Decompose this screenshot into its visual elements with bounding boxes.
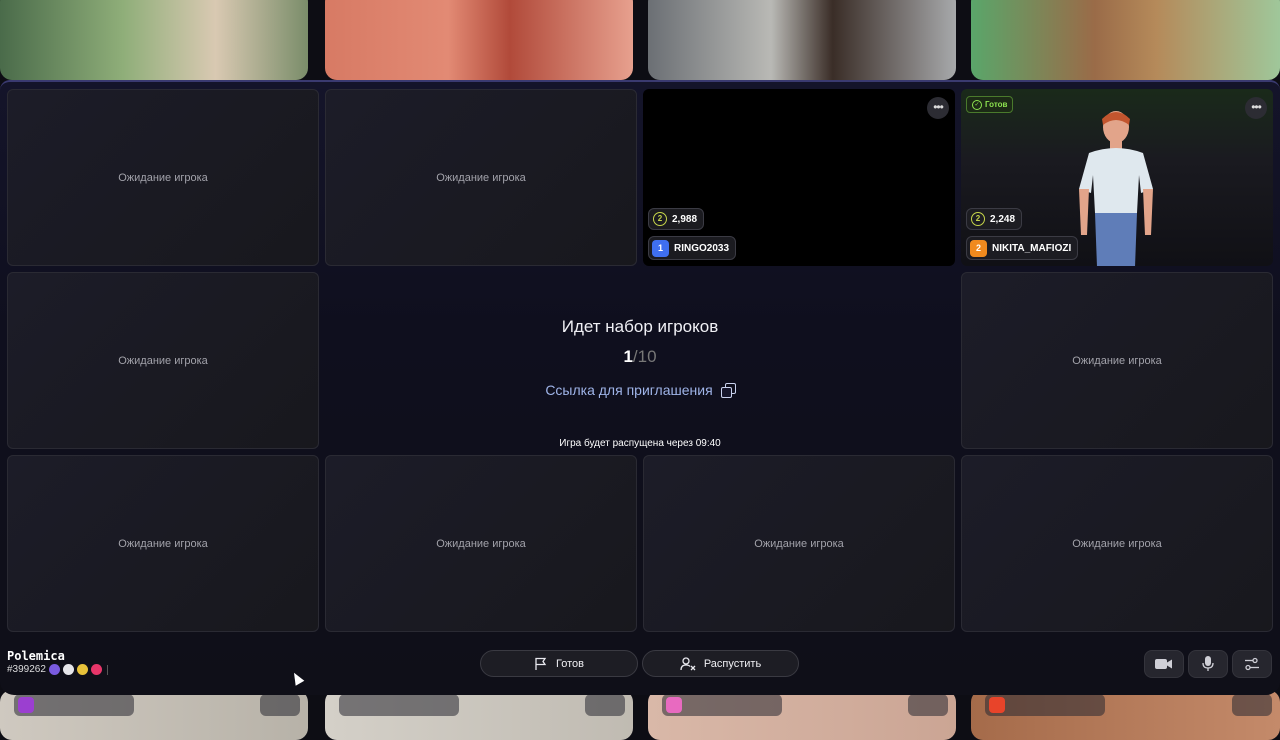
waiting-label: Ожидание игрока xyxy=(1072,354,1162,367)
player-number: 2 xyxy=(970,239,987,257)
dismiss-button-label: Распустить xyxy=(703,657,762,670)
more-icon[interactable]: ••• xyxy=(927,97,949,119)
waiting-label: Ожидание игрока xyxy=(118,354,208,367)
flag-icon xyxy=(535,657,547,670)
coin-icon: 2 xyxy=(653,212,667,226)
ready-badge-label: Готов xyxy=(985,100,1008,109)
status-icon xyxy=(62,664,74,675)
bg-video-tile xyxy=(971,0,1280,80)
more-icon[interactable]: ••• xyxy=(1245,97,1267,119)
empty-seat: Ожидание игрока xyxy=(643,455,955,632)
invite-link-label[interactable]: Ссылка для приглашения xyxy=(545,382,712,398)
player-tile-1[interactable]: ••• 2 2,988 1 RINGO2033 xyxy=(643,89,955,266)
game-lobby-panel: Ожидание игрока Ожидание игрока ••• 2 2,… xyxy=(0,80,1280,695)
waiting-label: Ожидание игрока xyxy=(754,537,844,550)
score-value: 2,248 xyxy=(990,213,1016,225)
game-id: #399262 xyxy=(7,664,46,675)
camera-icon xyxy=(1155,659,1172,669)
settings-icon xyxy=(1245,657,1259,671)
lobby-status: Идет набор игроков 1/10 Ссылка для пригл… xyxy=(325,272,955,449)
brand: Polemica #399262 xyxy=(7,649,108,675)
bg-video-tile xyxy=(648,690,956,740)
bg-video-tile xyxy=(325,690,633,740)
player-count-total: /10 xyxy=(632,347,657,366)
player-score: 2 2,248 xyxy=(966,208,1023,230)
waiting-label: Ожидание игрока xyxy=(436,537,526,550)
empty-seat: Ожидание игрока xyxy=(325,455,637,632)
ready-button[interactable]: Готов xyxy=(480,650,638,677)
divider xyxy=(106,664,108,675)
user-remove-icon xyxy=(680,656,696,670)
coin-icon: 2 xyxy=(971,212,985,226)
check-icon: ✓ xyxy=(972,99,982,110)
copy-icon[interactable] xyxy=(720,383,736,398)
ready-button-label: Готов xyxy=(556,657,584,670)
game-id-row: #399262 xyxy=(7,664,108,675)
empty-seat: Ожидание игрока xyxy=(325,89,637,266)
status-icon xyxy=(76,664,88,675)
empty-seat: Ожидание игрока xyxy=(7,89,319,266)
player-name: RINGO2033 xyxy=(674,242,730,254)
waiting-label: Ожидание игрока xyxy=(118,537,208,550)
mouse-cursor xyxy=(289,670,305,686)
microphone-icon xyxy=(1202,656,1214,671)
bg-video-tile xyxy=(325,0,633,80)
score-value: 2,988 xyxy=(672,213,698,225)
bg-video-tile xyxy=(648,0,956,80)
status-icon xyxy=(48,664,60,675)
empty-seat: Ожидание игрока xyxy=(7,455,319,632)
player-nameplate: 1 RINGO2033 xyxy=(648,236,737,260)
status-icon xyxy=(90,664,102,675)
waiting-label: Ожидание игрока xyxy=(118,171,208,184)
bg-video-tile xyxy=(971,690,1280,740)
dismiss-timer: Игра будет распущена через 09:40 xyxy=(559,438,721,449)
empty-seat: Ожидание игрока xyxy=(961,272,1273,449)
lobby-title: Идет набор игроков xyxy=(561,317,719,336)
microphone-button[interactable] xyxy=(1188,650,1228,678)
empty-seat: Ожидание игрока xyxy=(7,272,319,449)
camera-button[interactable] xyxy=(1144,650,1184,678)
waiting-label: Ожидание игрока xyxy=(1072,537,1162,550)
invite-link[interactable]: Ссылка для приглашения xyxy=(325,382,955,398)
bg-video-tile xyxy=(0,0,308,80)
settings-button[interactable] xyxy=(1232,650,1272,678)
player-name: NIKITA_MAFIOZI xyxy=(992,242,1072,254)
brand-name: Polemica xyxy=(7,649,65,663)
player-score: 2 2,988 xyxy=(648,208,705,230)
waiting-label: Ожидание игрока xyxy=(436,171,526,184)
empty-seat: Ожидание игрока xyxy=(961,455,1273,632)
player-tile-2[interactable]: ✓ Готов ••• 2 2,248 2 NIKITA_MAFIOZI xyxy=(961,89,1273,266)
player-count: 1/10 xyxy=(325,347,955,367)
player-number: 1 xyxy=(652,239,669,257)
bg-video-tile xyxy=(0,690,308,740)
player-nameplate: 2 NIKITA_MAFIOZI xyxy=(966,236,1079,260)
ready-badge: ✓ Готов xyxy=(966,96,1014,113)
player-count-current: 1 xyxy=(623,347,633,366)
dismiss-button[interactable]: Распустить xyxy=(642,650,799,677)
